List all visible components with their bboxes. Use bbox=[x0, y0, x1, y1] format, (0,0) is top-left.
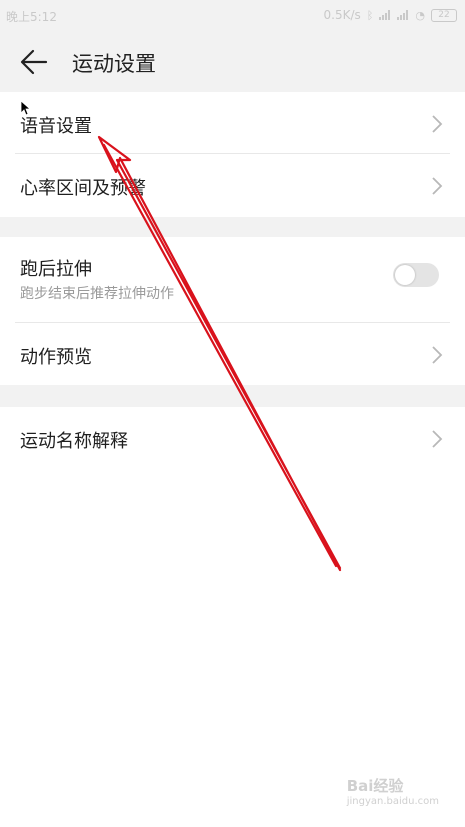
chevron-right-icon bbox=[432, 430, 443, 448]
exercise-name-explanation-label: 运动名称解释 bbox=[20, 431, 128, 452]
voice-settings-item[interactable]: 语音设置 bbox=[0, 92, 465, 154]
heart-rate-item[interactable]: 心率区间及预警 bbox=[0, 154, 465, 216]
status-icons: 0.5K/s ᛒ ◔ 22 bbox=[324, 8, 457, 22]
battery-icon: 22 bbox=[431, 8, 457, 22]
post-run-stretch-toggle[interactable] bbox=[393, 263, 439, 287]
settings-section-3: 运动名称解释 bbox=[0, 407, 465, 469]
signal-icon bbox=[379, 10, 391, 20]
action-preview-item[interactable]: 动作预览 bbox=[0, 323, 465, 385]
chevron-right-icon bbox=[432, 115, 443, 133]
heart-rate-label: 心率区间及预警 bbox=[20, 178, 146, 199]
watermark-domain: jingyan.baidu.com bbox=[346, 796, 439, 807]
post-run-stretch-item[interactable]: 跑后拉伸 跑步结束后推荐拉伸动作 bbox=[0, 237, 465, 323]
chevron-right-icon bbox=[432, 346, 443, 364]
network-speed: 0.5K/s bbox=[323, 8, 361, 22]
exercise-name-explanation-item[interactable]: 运动名称解释 bbox=[0, 407, 465, 469]
post-run-stretch-subtitle: 跑步结束后推荐拉伸动作 bbox=[20, 286, 174, 302]
page-title: 运动设置 bbox=[72, 52, 156, 76]
post-run-stretch-label: 跑后拉伸 bbox=[20, 259, 92, 280]
voice-settings-label: 语音设置 bbox=[20, 116, 92, 137]
action-preview-label: 动作预览 bbox=[20, 347, 92, 368]
status-time: 晚上5:12 bbox=[6, 10, 57, 24]
section-gap bbox=[0, 385, 465, 407]
section-gap bbox=[0, 217, 465, 237]
mouse-pointer-icon bbox=[20, 100, 30, 116]
watermark-text: Bai经验 bbox=[346, 777, 404, 795]
watermark: Bai经验 jingyan.baidu.com bbox=[347, 775, 439, 807]
app-header: 运动设置 bbox=[0, 32, 465, 92]
settings-section-2: 跑后拉伸 跑步结束后推荐拉伸动作 动作预览 bbox=[0, 237, 465, 385]
signal-icon bbox=[397, 10, 409, 20]
arrow-left-icon[interactable] bbox=[20, 49, 48, 75]
wifi-icon: ◔ bbox=[415, 8, 425, 22]
settings-section-1: 语音设置 心率区间及预警 bbox=[0, 92, 465, 216]
chevron-right-icon bbox=[432, 177, 443, 195]
toggle-knob bbox=[395, 265, 415, 285]
bluetooth-icon: ᛒ bbox=[366, 8, 374, 22]
status-bar: 晚上5:12 0.5K/s ᛒ ◔ 22 bbox=[0, 0, 465, 32]
